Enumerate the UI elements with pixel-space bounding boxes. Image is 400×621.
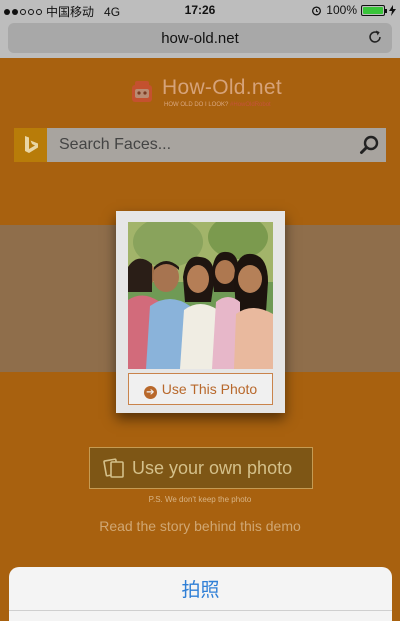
use-own-photo-label: Use your own photo bbox=[132, 458, 293, 478]
family-photo[interactable] bbox=[128, 222, 273, 369]
use-this-photo-button[interactable]: ➔ Use This Photo bbox=[128, 373, 273, 405]
robot-logo-icon bbox=[132, 81, 152, 102]
alarm-icon bbox=[312, 5, 322, 15]
status-bar: 中国移动 4G 17:26 100% bbox=[0, 0, 400, 20]
reload-icon[interactable] bbox=[366, 28, 384, 46]
take-photo-option[interactable]: 拍照 bbox=[9, 575, 392, 602]
status-right: 100% bbox=[311, 3, 396, 17]
site-logo[interactable]: How-Old.net HOW OLD DO I LOOK? #HowOldRo… bbox=[128, 76, 288, 112]
photos-icon bbox=[103, 458, 124, 478]
bing-logo-icon bbox=[14, 128, 47, 162]
action-sheet: 拍照 bbox=[9, 567, 392, 621]
logo-text: How-Old.net bbox=[162, 76, 283, 99]
arrow-right-icon: ➔ bbox=[143, 386, 157, 399]
story-link[interactable]: Read the story behind this demo bbox=[0, 518, 400, 534]
use-this-photo-label: Use This Photo bbox=[161, 381, 258, 397]
battery-level bbox=[363, 6, 383, 14]
privacy-note: P.S. We don't keep the photo bbox=[148, 495, 252, 504]
charging-icon bbox=[389, 4, 396, 16]
search-button[interactable] bbox=[353, 128, 386, 162]
search-input[interactable]: Search Faces... bbox=[47, 128, 353, 162]
battery-icon bbox=[361, 4, 387, 16]
tagline-hashtag: #HowOldRobot bbox=[230, 102, 271, 108]
use-own-photo-button[interactable]: Use your own photo bbox=[89, 447, 313, 489]
action-sheet-divider bbox=[9, 610, 392, 611]
tagline-text: HOW OLD DO I LOOK? bbox=[164, 102, 229, 108]
url-text: how-old.net bbox=[161, 30, 239, 47]
url-field[interactable]: how-old.net bbox=[8, 23, 392, 53]
battery-percent: 100% bbox=[326, 3, 357, 17]
logo-tagline: HOW OLD DO I LOOK? #HowOldRobot bbox=[164, 102, 271, 108]
browser-address-bar: how-old.net bbox=[0, 20, 400, 58]
search-icon bbox=[360, 135, 379, 154]
search-bar: Search Faces... bbox=[14, 128, 386, 162]
web-page: How-Old.net HOW OLD DO I LOOK? #HowOldRo… bbox=[0, 58, 400, 621]
featured-photo-card: ➔ Use This Photo bbox=[116, 211, 285, 413]
